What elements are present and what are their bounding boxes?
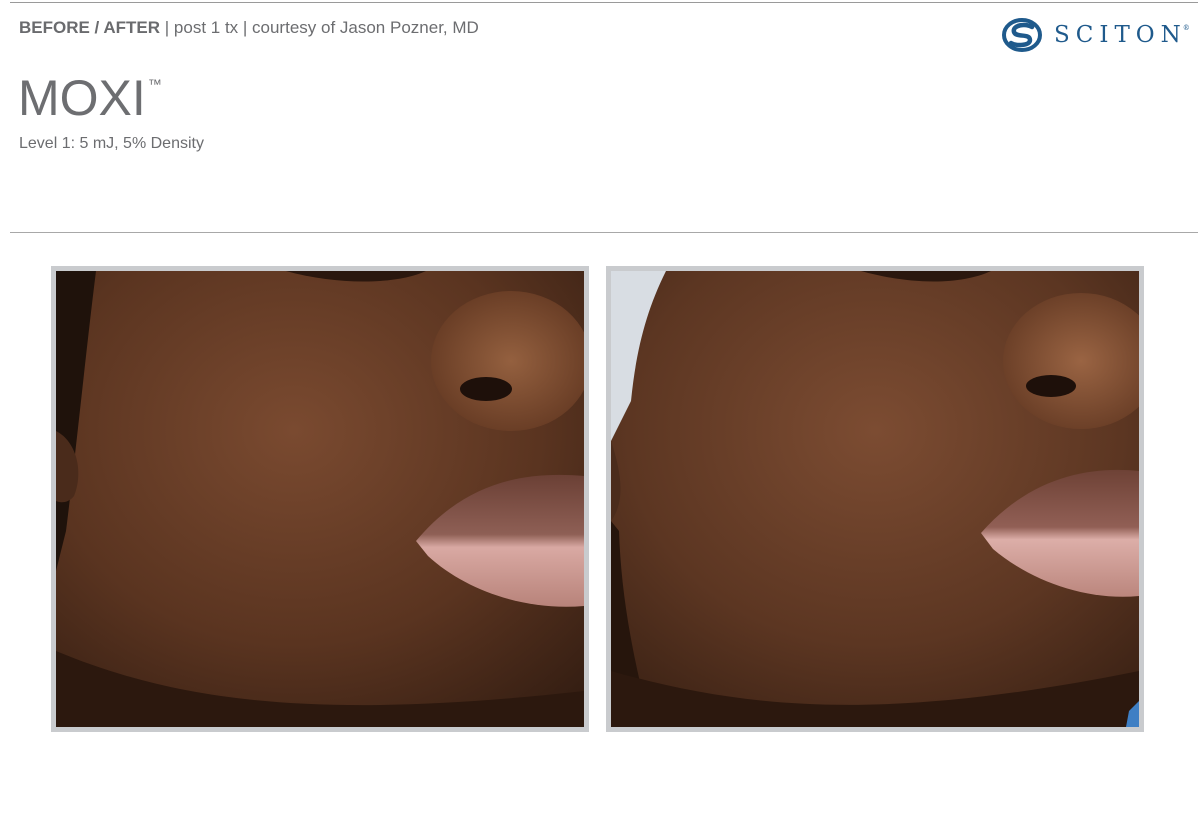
- header-caption: BEFORE / AFTER | post 1 tx | courtesy of…: [19, 17, 479, 39]
- trademark-mark: ™: [147, 76, 162, 92]
- after-photo: [606, 266, 1144, 732]
- after-photo-image: [611, 271, 1139, 727]
- logo-text: SCITON: [1054, 22, 1187, 48]
- sciton-s-logo-icon: [1002, 18, 1042, 52]
- registered-mark: ®: [1182, 24, 1190, 32]
- before-photo-image: [56, 271, 584, 727]
- logo-wordmark: SCITON®: [1054, 22, 1190, 48]
- section-divider: [10, 232, 1198, 233]
- top-divider: [10, 2, 1198, 3]
- header-credit: | post 1 tx | courtesy of Jason Pozner, …: [160, 18, 479, 37]
- before-photo: [51, 266, 589, 732]
- sciton-logo: SCITON®: [1002, 16, 1190, 54]
- page-title: MOXI ™: [18, 70, 162, 138]
- product-name: MOXI: [18, 70, 146, 126]
- before-after-label: BEFORE / AFTER: [19, 18, 161, 37]
- treatment-settings: Level 1: 5 mJ, 5% Density: [19, 135, 204, 152]
